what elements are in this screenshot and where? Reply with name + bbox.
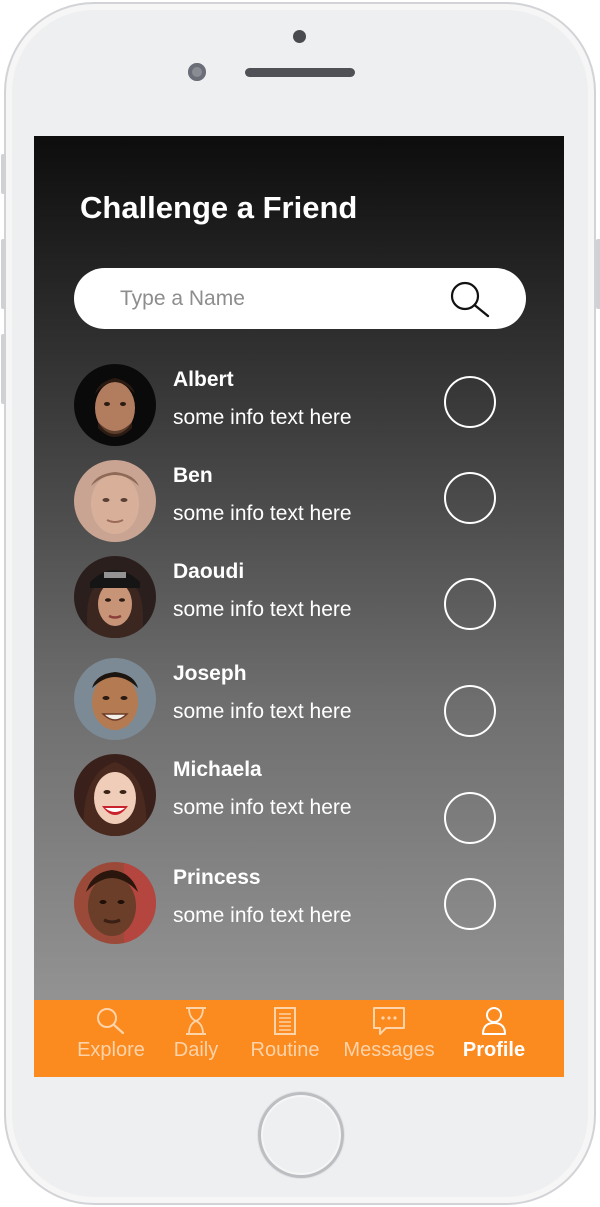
avatar [74, 556, 156, 638]
phone-mute-switch [1, 154, 6, 194]
home-button[interactable] [258, 1092, 344, 1178]
tab-label: Messages [343, 1039, 435, 1061]
friend-row-albert[interactable]: Albert some info text here [74, 364, 526, 450]
tab-routine[interactable]: Routine [240, 1006, 330, 1074]
select-checkbox[interactable] [444, 472, 496, 524]
friend-info: some info text here [173, 406, 352, 429]
avatar [74, 364, 156, 446]
tab-profile[interactable]: Profile [458, 1006, 530, 1074]
friend-name: Ben [173, 464, 213, 487]
friend-name: Michaela [173, 758, 262, 781]
avatar [74, 460, 156, 542]
front-camera [188, 63, 206, 81]
avatar [74, 658, 156, 740]
friend-row-princess[interactable]: Princess some info text here [74, 862, 526, 948]
select-checkbox[interactable] [444, 376, 496, 428]
search-input[interactable] [118, 284, 422, 314]
phone-power-button [596, 239, 600, 309]
avatar [74, 862, 156, 944]
friend-info: some info text here [173, 700, 352, 723]
select-checkbox[interactable] [444, 878, 496, 930]
search-bar[interactable] [74, 268, 526, 329]
tab-label: Profile [462, 1039, 526, 1061]
phone-volume-up [1, 239, 6, 309]
friend-name: Princess [173, 866, 261, 889]
friend-row-daoudi[interactable]: Daoudi some info text here [74, 556, 526, 642]
friend-row-joseph[interactable]: Joseph some info text here [74, 658, 526, 744]
earpiece-speaker [245, 68, 355, 77]
tab-messages[interactable]: Messages [339, 1006, 439, 1074]
user-icon [482, 1007, 506, 1035]
friend-info: some info text here [173, 796, 352, 819]
select-checkbox[interactable] [444, 578, 496, 630]
avatar [74, 754, 156, 836]
clipboard-icon [274, 1007, 296, 1035]
proximity-sensor [293, 30, 306, 43]
chat-icon [373, 1007, 405, 1035]
select-checkbox[interactable] [444, 685, 496, 737]
friend-name: Joseph [173, 662, 247, 685]
app-screen: Challenge a Friend Albert some info text… [34, 136, 564, 1077]
phone-volume-down [1, 334, 6, 404]
tab-daily[interactable]: Daily [164, 1006, 228, 1074]
tab-explore[interactable]: Explore [66, 1006, 156, 1074]
bottom-tab-bar: Explore Daily Routine Messages Profile [34, 1000, 564, 1077]
search-icon[interactable] [446, 279, 494, 319]
friend-name: Daoudi [173, 560, 245, 583]
page-title: Challenge a Friend [80, 190, 358, 225]
search-icon [97, 1008, 125, 1035]
tab-label: Daily [173, 1039, 219, 1061]
friend-row-michaela[interactable]: Michaela some info text here [74, 754, 526, 844]
tab-label: Routine [250, 1039, 320, 1061]
friend-row-ben[interactable]: Ben some info text here [74, 460, 526, 546]
friend-name: Albert [173, 368, 234, 391]
friend-info: some info text here [173, 502, 352, 525]
tab-label: Explore [77, 1039, 145, 1061]
friend-info: some info text here [173, 904, 352, 927]
friend-info: some info text here [173, 598, 352, 621]
select-checkbox[interactable] [444, 792, 496, 844]
hourglass-icon [186, 1007, 206, 1035]
